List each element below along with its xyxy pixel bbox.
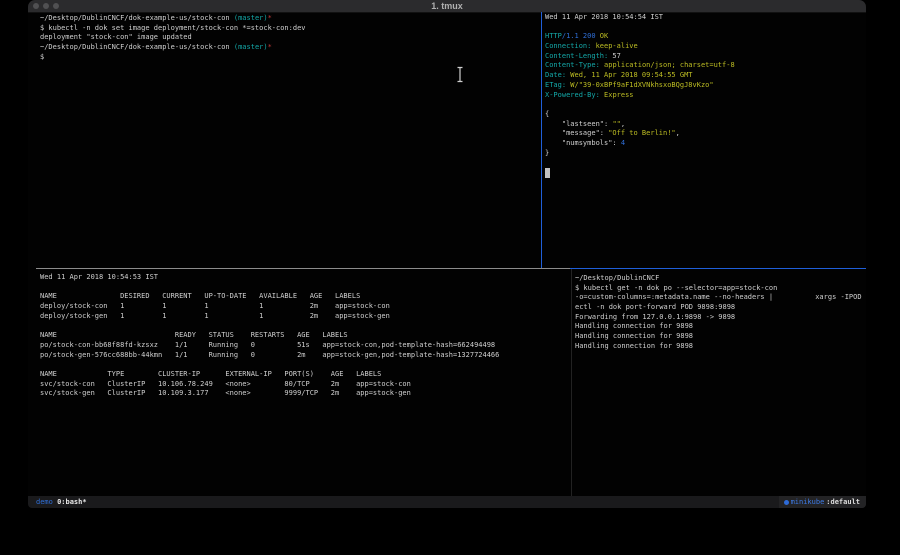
status-right: minikube:default: [779, 496, 866, 508]
terminal-line: NAME TYPE CLUSTER-IP EXTERNAL-IP PORT(S)…: [40, 370, 582, 380]
ibeam-cursor-icon: [456, 66, 464, 87]
terminal-line: Connection: keep-alive: [545, 42, 866, 52]
tmux-status-bar: demo 0:bash* minikube:default: [28, 496, 866, 508]
terminal-line: deployment "stock-con" image updated: [40, 33, 553, 43]
tmux-pane-bottom-left[interactable]: Wed 11 Apr 2018 10:54:53 IST NAME DESIRE…: [28, 269, 582, 500]
terminal-line: $ kubectl get -n dok po --selector=app=s…: [575, 284, 866, 294]
kubernetes-helm-icon: [784, 500, 789, 505]
terminal-line: X-Powered-By: Express: [545, 91, 866, 101]
terminal-line: Wed 11 Apr 2018 10:54:53 IST: [40, 273, 582, 283]
status-left: demo 0:bash*: [28, 496, 87, 508]
terminal-line: ETag: W/"39-0xBPf9aF1dXVNkhsxoBQgJ8vKzo": [545, 81, 866, 91]
terminal-line: svc/stock-con ClusterIP 10.106.78.249 <n…: [40, 380, 582, 390]
terminal-line: HTTP/1.1 200 OK: [545, 32, 866, 42]
terminal-line: ~/Desktop/DublinCNCF/dok-example-us/stoc…: [40, 14, 553, 24]
terminal-line: [40, 360, 582, 370]
terminal-line: NAME DESIRED CURRENT UP-TO-DATE AVAILABL…: [40, 292, 582, 302]
terminal-line: -o=custom-columns=:metadata.name --no-he…: [575, 293, 866, 303]
desktop: 1. tmux ~/Desktop/DublinCNCF/dok-example…: [0, 0, 900, 555]
terminal-cursor: [545, 168, 550, 178]
terminal-window: 1. tmux ~/Desktop/DublinCNCF/dok-example…: [28, 0, 866, 508]
tmux-pane-bottom-right[interactable]: ~/Desktop/DublinCNCF$ kubectl get -n dok…: [573, 269, 866, 501]
terminal-line: ~/Desktop/DublinCNCF: [575, 274, 866, 284]
tmux-pane-top-left[interactable]: ~/Desktop/DublinCNCF/dok-example-us/stoc…: [28, 12, 553, 270]
terminal-line: ectl -n dok port-forward POD 9898:9898: [575, 303, 866, 313]
terminal-line: Forwarding from 127.0.0.1:9898 -> 9898: [575, 313, 866, 323]
kube-context: minikube: [791, 496, 825, 508]
terminal-line: Content-Length: 57: [545, 52, 866, 62]
terminal-line: "lastseen": "",: [545, 120, 866, 130]
terminal-line: [40, 283, 582, 293]
terminal-line: Date: Wed, 11 Apr 2018 09:54:55 GMT: [545, 71, 866, 81]
pane-border-horizontal-active[interactable]: [570, 268, 866, 269]
terminal-line: {: [545, 110, 866, 120]
terminal-line: Handling connection for 9898: [575, 342, 866, 352]
terminal-line: $: [40, 53, 553, 63]
tmux-pane-top-right[interactable]: Wed 11 Apr 2018 10:54:54 IST HTTP/1.1 20…: [543, 12, 866, 269]
terminal-line: [545, 23, 866, 33]
terminal-line: deploy/stock-gen 1 1 1 1 2m app=stock-ge…: [40, 312, 582, 322]
terminal-line: svc/stock-gen ClusterIP 10.109.3.177 <no…: [40, 389, 582, 399]
terminal-line: [545, 100, 866, 110]
session-name: demo: [36, 498, 53, 506]
terminal-line: Handling connection for 9898: [575, 322, 866, 332]
terminal-line: "message": "Off to Berlin!",: [545, 129, 866, 139]
pane-border-horizontal-inactive[interactable]: [36, 268, 570, 269]
terminal-line: po/stock-con-bb68f88fd-kzsxz 1/1 Running…: [40, 341, 582, 351]
terminal-line: ~/Desktop/DublinCNCF/dok-example-us/stoc…: [40, 43, 553, 53]
terminal-line: po/stock-gen-576cc688bb-44kmn 1/1 Runnin…: [40, 351, 582, 361]
pane-border-vertical-active[interactable]: [541, 12, 542, 269]
terminal-line: [40, 321, 582, 331]
window-tab[interactable]: 0:bash*: [57, 498, 87, 506]
terminal-line: [545, 168, 866, 178]
terminal-line: }: [545, 149, 866, 159]
kube-namespace: :default: [826, 496, 860, 508]
pane-border-vertical-bottom[interactable]: [571, 269, 572, 496]
terminal-line: "numsymbols": 4: [545, 139, 866, 149]
window-title: 1. tmux: [28, 1, 866, 11]
terminal-line: deploy/stock-con 1 1 1 1 2m app=stock-co…: [40, 302, 582, 312]
terminal-line: Content-Type: application/json; charset=…: [545, 61, 866, 71]
terminal-line: NAME READY STATUS RESTARTS AGE LABELS: [40, 331, 582, 341]
terminal-line: $ kubectl -n dok set image deployment/st…: [40, 24, 553, 34]
terminal-line: Handling connection for 9898: [575, 332, 866, 342]
terminal-line: [545, 158, 866, 168]
terminal-line: Wed 11 Apr 2018 10:54:54 IST: [545, 13, 866, 23]
